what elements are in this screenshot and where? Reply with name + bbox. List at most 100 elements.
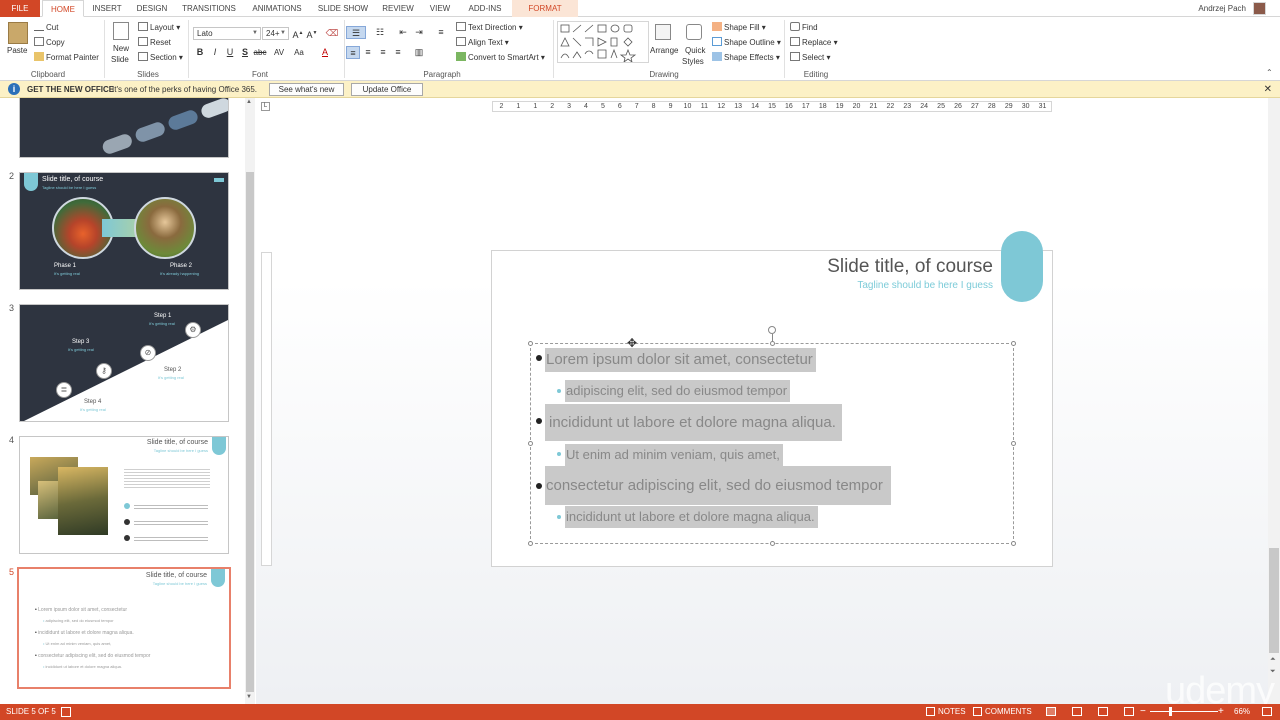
shapes-gallery[interactable] <box>557 21 649 63</box>
zoom-slider-thumb[interactable] <box>1169 707 1172 716</box>
resize-handle[interactable] <box>528 341 533 346</box>
slide-thumbnail-2[interactable]: Slide title, of course Tagline should be… <box>19 172 229 290</box>
slide-pill-shape[interactable] <box>1001 231 1043 302</box>
fit-slide-icon[interactable] <box>1262 707 1272 716</box>
tab-review[interactable]: REVIEW <box>380 0 416 17</box>
vertical-ruler[interactable] <box>261 252 272 566</box>
tab-view[interactable]: VIEW <box>426 0 454 17</box>
slide-thumbnail-1[interactable] <box>19 98 229 158</box>
italic-button[interactable]: I <box>208 46 222 59</box>
copy-button[interactable]: Copy <box>34 37 65 49</box>
resize-handle[interactable] <box>528 541 533 546</box>
comments-button[interactable]: COMMENTS <box>985 704 1032 720</box>
align-text-button[interactable]: Align Text ▾ <box>456 37 509 49</box>
justify-icon[interactable]: ≡ <box>391 46 405 59</box>
canvas-scrollbar-thumb[interactable] <box>1269 548 1279 653</box>
scroll-down-icon[interactable]: ▼ <box>246 694 252 700</box>
slide-thumbnail-4[interactable]: Slide title, of course Tagline should be… <box>19 436 229 554</box>
convert-smartart-button[interactable]: Convert to SmartArt ▾ <box>456 52 545 64</box>
close-icon[interactable]: ✕ <box>1264 81 1272 98</box>
notes-button[interactable]: NOTES <box>938 704 966 720</box>
cut-button[interactable]: Cut <box>34 22 58 34</box>
shape-outline-button[interactable]: Shape Outline ▾ <box>712 37 781 49</box>
line-spacing-icon[interactable]: ≡ <box>434 26 448 39</box>
font-color-button[interactable]: A <box>318 46 332 59</box>
tab-format[interactable]: FORMAT <box>512 0 578 17</box>
slide-thumbnail-3[interactable]: ⚙ ⊘ ⚷ ≣ Step 1 It's getting real Step 3 … <box>19 304 229 422</box>
arrange-button[interactable]: Arrange <box>650 45 678 57</box>
strikethrough-button[interactable]: abc <box>252 46 268 59</box>
numbering-icon[interactable]: ☷ <box>370 26 390 39</box>
shrink-font-button[interactable]: A▼ <box>305 27 319 40</box>
bullet-6[interactable]: incididunt ut labore et dolore magna ali… <box>565 506 818 528</box>
slide-thumbnail-5[interactable]: Slide title, of course Tagline should be… <box>17 567 231 689</box>
normal-view-icon[interactable] <box>1046 707 1056 716</box>
layout-button[interactable]: Layout ▾ <box>138 22 180 34</box>
tab-add-ins[interactable]: ADD-INS <box>464 0 506 17</box>
section-button[interactable]: Section ▾ <box>138 52 183 64</box>
text-direction-button[interactable]: Text Direction ▾ <box>456 22 523 34</box>
find-button[interactable]: Find <box>790 22 818 34</box>
zoom-slider[interactable] <box>1150 711 1218 712</box>
increase-indent-icon[interactable]: ⇥ <box>412 26 426 39</box>
bullet-5[interactable]: consectetur adipiscing elit, sed do eius… <box>545 466 891 505</box>
tab-transitions[interactable]: TRANSITIONS <box>180 0 238 17</box>
resize-handle[interactable] <box>770 541 775 546</box>
update-office-button[interactable]: Update Office <box>351 83 423 96</box>
replace-button[interactable]: Replace ▾ <box>790 37 838 49</box>
decrease-indent-icon[interactable]: ⇤ <box>396 26 410 39</box>
reset-button[interactable]: Reset <box>138 37 171 49</box>
zoom-out-icon[interactable]: − <box>1140 704 1146 720</box>
align-left-icon[interactable]: ≡ <box>346 46 360 59</box>
previous-slide-icon[interactable]: ⏶ <box>1270 656 1276 664</box>
user-avatar[interactable] <box>1253 2 1266 15</box>
notes-icon[interactable] <box>926 707 935 716</box>
shape-effects-button[interactable]: Shape Effects ▾ <box>712 52 780 64</box>
clear-formatting-icon[interactable]: ⌫ <box>325 27 339 40</box>
quick-styles-icon[interactable] <box>686 24 702 40</box>
comment-icon[interactable] <box>973 707 982 716</box>
paste-icon[interactable] <box>8 22 28 44</box>
zoom-in-icon[interactable]: + <box>1218 704 1224 720</box>
resize-handle[interactable] <box>1011 541 1016 546</box>
thumbnail-scrollbar-thumb[interactable] <box>246 172 254 692</box>
format-painter-button[interactable]: Format Painter <box>34 52 99 64</box>
paste-button[interactable]: Paste <box>7 45 27 57</box>
tab-insert[interactable]: INSERT <box>88 0 126 17</box>
change-case-button[interactable]: Aa <box>290 46 308 59</box>
spell-check-icon[interactable] <box>61 707 71 717</box>
horizontal-ruler[interactable]: 2 1 1 2 3 4 5 6 7 8 9 10 11 12 13 14 15 16 17 18 19 20 21 22 23 2… <box>492 101 1052 112</box>
see-whats-new-button[interactable]: See what's new <box>269 83 344 96</box>
slide-tagline[interactable]: Tagline should be here I guess <box>750 280 993 291</box>
font-name-select[interactable]: Lato ▼ <box>193 27 261 40</box>
slideshow-icon[interactable] <box>1124 707 1134 716</box>
shadow-button[interactable]: S <box>238 46 252 59</box>
tab-home[interactable]: HOME <box>42 0 84 17</box>
bold-button[interactable]: B <box>193 46 207 59</box>
columns-icon[interactable]: ▥ <box>412 46 426 59</box>
tab-stop-selector[interactable]: L <box>261 102 270 111</box>
new-slide-label-2[interactable]: Slide <box>111 54 129 66</box>
slide-sorter-icon[interactable] <box>1072 707 1082 716</box>
select-button[interactable]: Select ▾ <box>790 52 830 64</box>
slide-title[interactable]: Slide title, of course <box>750 256 993 278</box>
quick-styles-label-2[interactable]: Styles <box>682 56 704 68</box>
scroll-up-icon[interactable]: ▲ <box>246 99 252 105</box>
zoom-level[interactable]: 66% <box>1234 704 1250 720</box>
resize-handle[interactable] <box>1011 341 1016 346</box>
tab-file[interactable]: FILE <box>0 0 40 17</box>
align-center-icon[interactable]: ≡ <box>361 46 375 59</box>
font-size-select[interactable]: 24+ ▼ <box>262 27 289 40</box>
bullets-icon[interactable]: ☰ <box>346 26 366 39</box>
resize-handle[interactable] <box>1011 441 1016 446</box>
resize-handle[interactable] <box>528 441 533 446</box>
user-name[interactable]: Andrzej Pach <box>1198 0 1246 17</box>
bullet-2[interactable]: adipiscing elit, sed do eiusmod tempor <box>565 380 791 402</box>
tab-slide-show[interactable]: SLIDE SHOW <box>316 0 370 17</box>
arrange-icon[interactable] <box>655 24 671 40</box>
character-spacing-button[interactable]: AV <box>270 46 288 59</box>
tab-design[interactable]: DESIGN <box>132 0 172 17</box>
rotate-handle-icon[interactable] <box>768 326 776 334</box>
shape-fill-button[interactable]: Shape Fill ▾ <box>712 22 766 34</box>
new-slide-icon[interactable] <box>113 22 129 40</box>
